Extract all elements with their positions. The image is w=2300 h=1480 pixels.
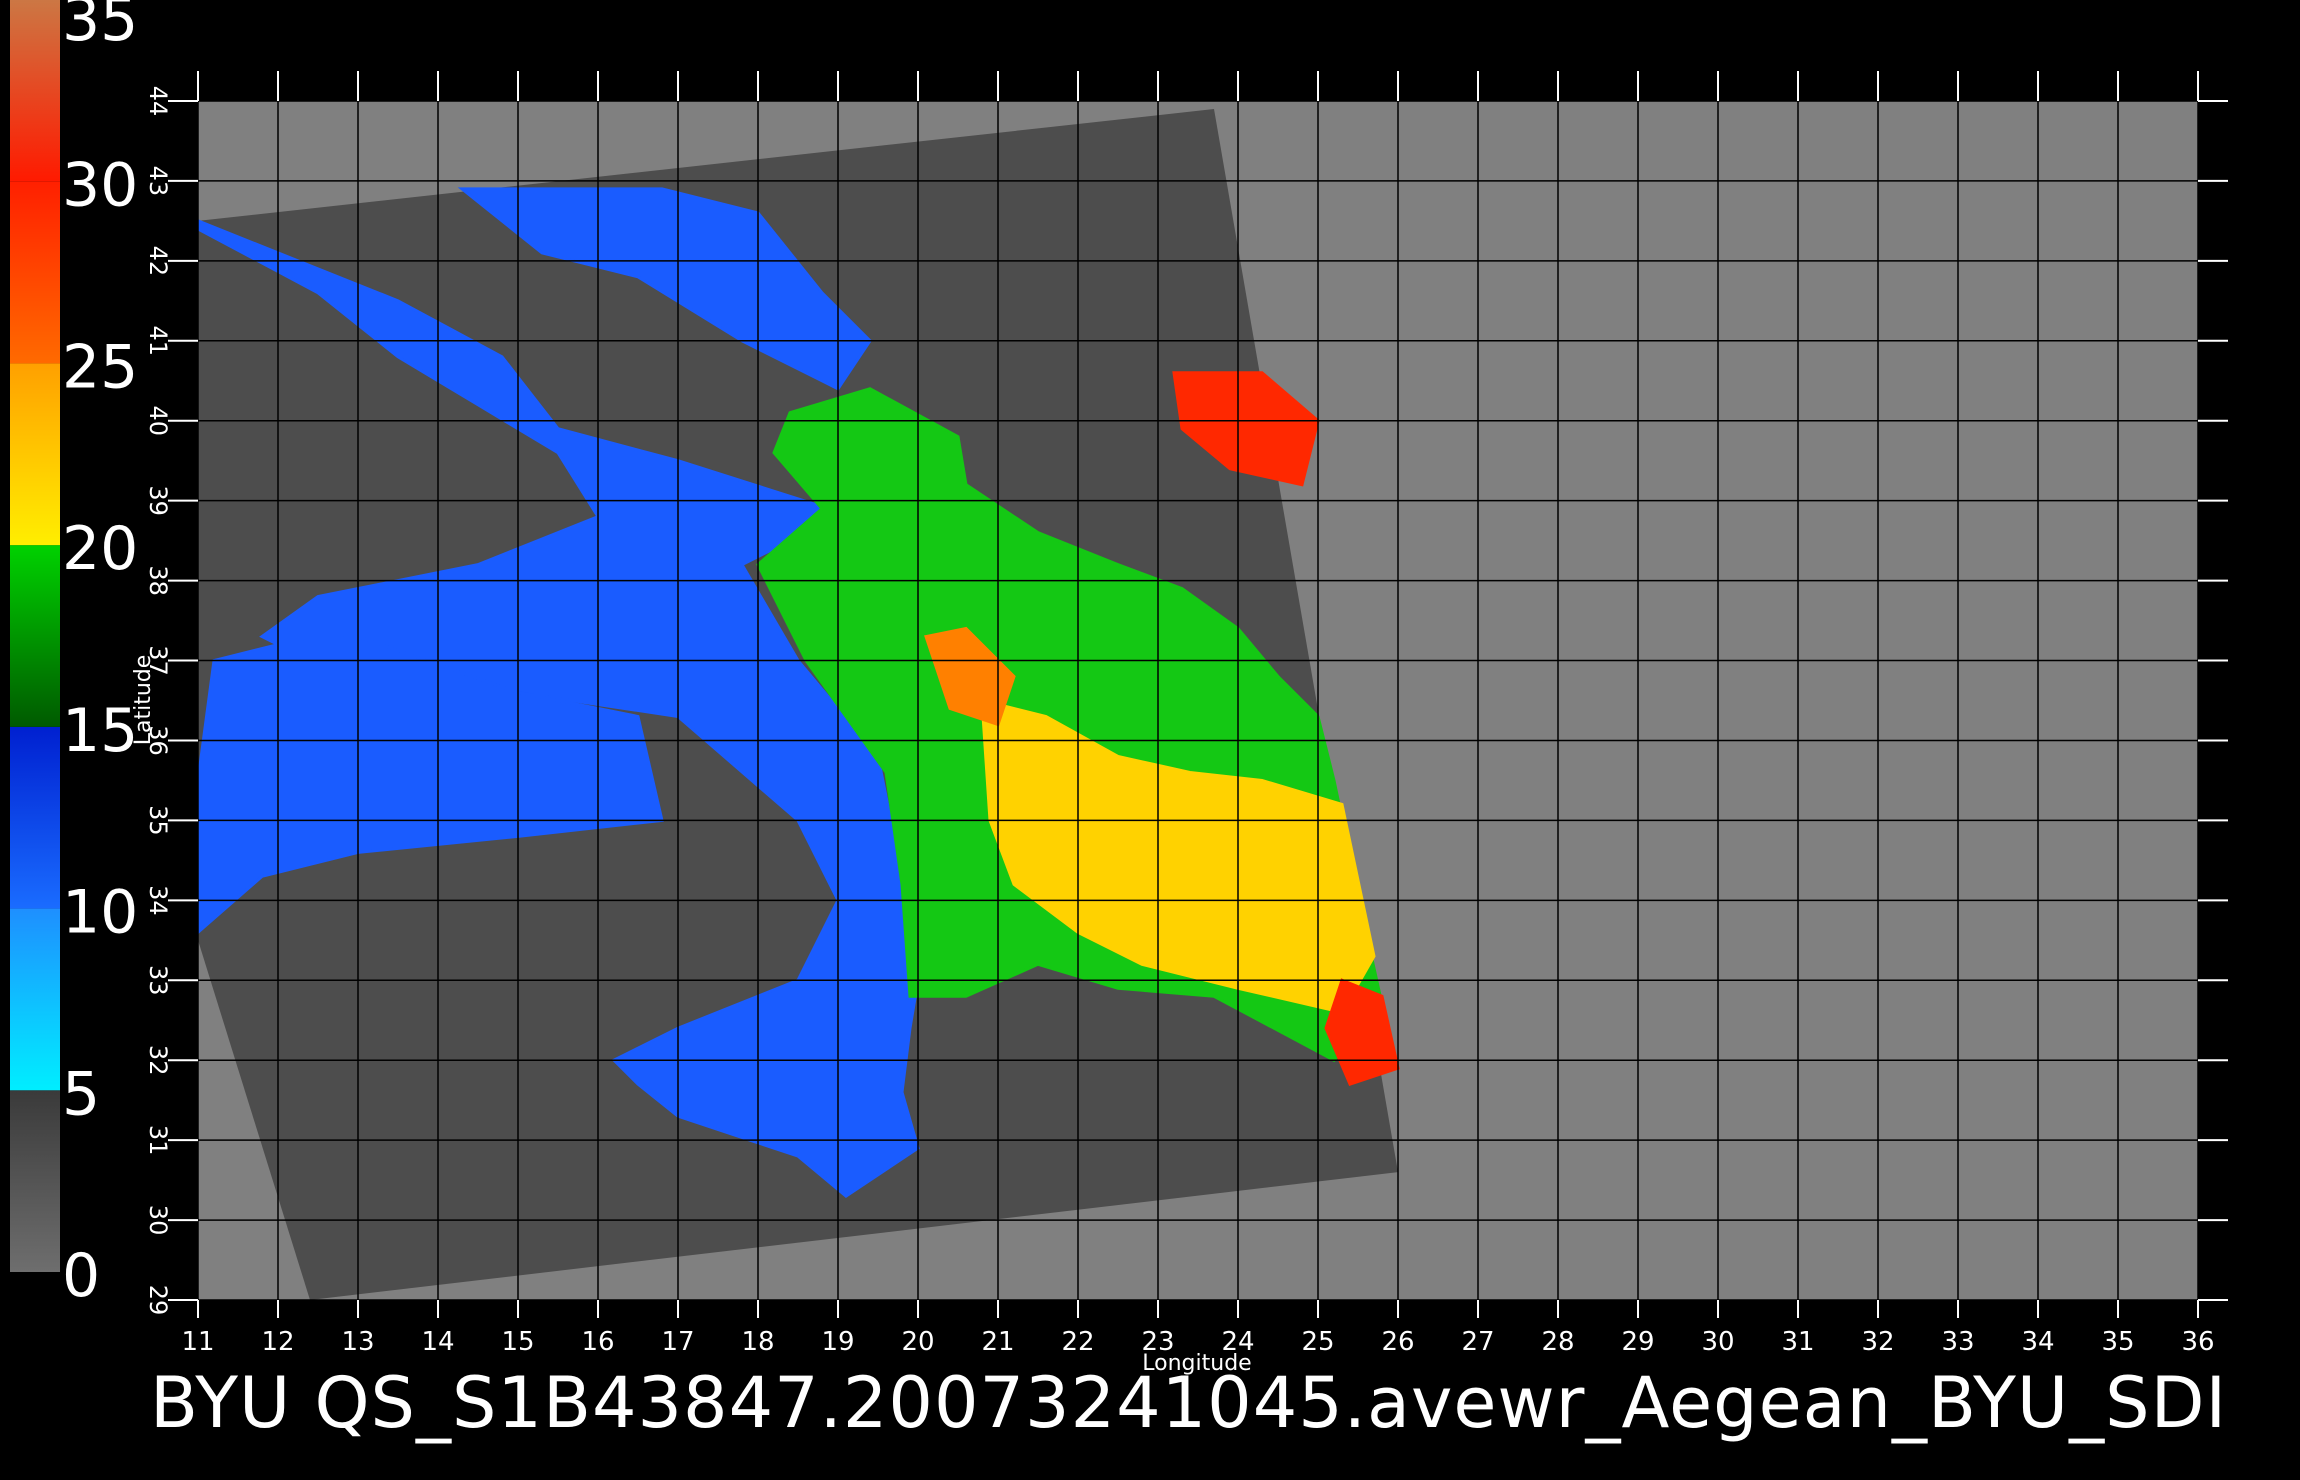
colorbar-label: 5: [62, 1059, 100, 1129]
lon-tick-label: 15: [501, 1327, 534, 1357]
lon-tick-label: 25: [1301, 1327, 1334, 1357]
lon-tick-label: 14: [421, 1327, 454, 1357]
colorbar-label: 25: [62, 332, 138, 402]
colorbar-band: [10, 726, 60, 909]
colorbar-label: 35: [62, 0, 138, 55]
lon-tick-label: 36: [2181, 1327, 2214, 1357]
lon-tick-label: 31: [1781, 1327, 1814, 1357]
lon-tick-label: 21: [981, 1327, 1014, 1357]
lat-tick-label: 31: [144, 1125, 172, 1156]
lon-tick-label: 18: [741, 1327, 774, 1357]
lon-tick-label: 34: [2021, 1327, 2054, 1357]
lat-tick-label: 40: [144, 405, 172, 436]
colorbar-band: [10, 908, 60, 1091]
colorbar-band: [10, 363, 60, 546]
lat-tick-label: 41: [144, 326, 172, 357]
lon-tick-label: 20: [901, 1327, 934, 1357]
lat-tick-label: 38: [144, 565, 172, 596]
lat-tick-label: 33: [144, 965, 172, 996]
lat-tick-label: 34: [144, 885, 172, 916]
colorbar-band: [10, 181, 60, 364]
lat-tick-label: 42: [144, 246, 172, 277]
lat-tick-label: 39: [144, 485, 172, 516]
lat-tick-label: 30: [144, 1205, 172, 1236]
y-axis-label: Latitude: [131, 655, 156, 746]
colorbar-labels: 0 5 10 15 20 25 30 35: [62, 0, 138, 1311]
colorbar-label: 30: [62, 151, 138, 221]
wind-speed-colorbar: [10, 0, 60, 1272]
colorbar-label: 0: [62, 1241, 100, 1311]
colorbar-band: [10, 0, 60, 182]
lon-tick-label: 32: [1861, 1327, 1894, 1357]
lon-tick-label: 30: [1701, 1327, 1734, 1357]
lon-tick-label: 19: [821, 1327, 854, 1357]
lat-tick-label: 29: [144, 1285, 172, 1316]
lat-tick-label: 43: [144, 166, 172, 197]
lon-tick-label: 26: [1381, 1327, 1414, 1357]
lon-tick-label: 17: [661, 1327, 694, 1357]
lon-tick-label: 28: [1541, 1327, 1574, 1357]
lon-tick-label: 35: [2101, 1327, 2134, 1357]
lon-tick-label: 33: [1941, 1327, 1974, 1357]
lon-tick-label: 13: [341, 1327, 374, 1357]
colorbar-band: [10, 545, 60, 727]
lon-tick-label: 22: [1061, 1327, 1094, 1357]
lon-tick-label: 29: [1621, 1327, 1654, 1357]
map-plot: 0 5 10 15 20 25 30 35 11 12 13 14 15 16 17 18 19 20 21 22 2…: [10, 0, 2228, 1376]
colorbar-band: [10, 1090, 60, 1272]
lat-tick-label: 44: [144, 86, 172, 117]
lat-tick-label: 35: [144, 805, 172, 836]
image-caption: BYU QS_S1B43847.20073241045.avewr_Aegean…: [150, 1362, 2228, 1444]
lat-tick-label: 32: [144, 1045, 172, 1076]
lon-tick-label: 11: [181, 1327, 214, 1357]
colorbar-label: 20: [62, 514, 138, 584]
colorbar-label: 15: [62, 696, 138, 766]
colorbar-label: 10: [62, 878, 138, 948]
lon-tick-label: 16: [581, 1327, 614, 1357]
lon-tick-label: 27: [1461, 1327, 1494, 1357]
lon-tick-label: 12: [261, 1327, 294, 1357]
